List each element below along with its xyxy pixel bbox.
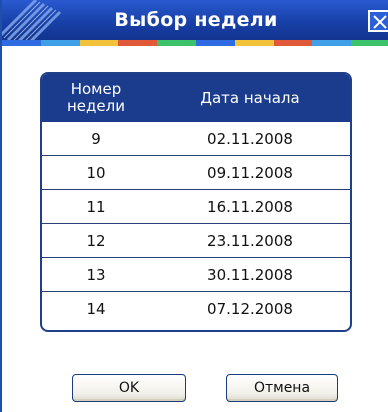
- table-body: 9 02.11.2008 10 09.11.2008 11 16.11.2008…: [42, 122, 350, 326]
- title-color-stripe: [2, 40, 388, 46]
- start-date-cell: 07.12.2008: [207, 300, 293, 318]
- column-header-start-date[interactable]: Дата начала: [150, 74, 350, 122]
- table-row[interactable]: 10 09.11.2008: [42, 156, 350, 190]
- week-number-cell: 14: [86, 300, 106, 318]
- table-row[interactable]: 11 16.11.2008: [42, 190, 350, 224]
- table-row[interactable]: 9 02.11.2008: [42, 122, 350, 156]
- week-number-cell: 10: [86, 164, 106, 182]
- close-icon: [373, 15, 387, 29]
- start-date-cell: 30.11.2008: [207, 266, 293, 284]
- start-date-cell: 02.11.2008: [207, 130, 293, 148]
- table-row[interactable]: 12 23.11.2008: [42, 224, 350, 258]
- dialog-title: Выбор недели: [114, 9, 278, 31]
- start-date-cell: 23.11.2008: [207, 232, 293, 250]
- column-header-week-number-line2: недели: [67, 97, 125, 115]
- week-number-cell: 12: [86, 232, 106, 250]
- week-selection-dialog: Выбор недели Номер недели Дата начала 9 …: [0, 0, 388, 412]
- ok-button[interactable]: OK: [72, 374, 186, 402]
- table-header: Номер недели Дата начала: [42, 74, 350, 124]
- table-row[interactable]: 13 30.11.2008: [42, 258, 350, 292]
- title-bar[interactable]: Выбор недели: [2, 0, 388, 40]
- week-number-cell: 13: [86, 266, 106, 284]
- start-date-cell: 09.11.2008: [207, 164, 293, 182]
- column-header-week-number[interactable]: Номер недели: [42, 74, 150, 122]
- week-number-cell: 9: [91, 130, 101, 148]
- cancel-button[interactable]: Отмена: [226, 374, 338, 402]
- table-row[interactable]: 14 07.12.2008: [42, 292, 350, 326]
- column-header-week-number-line1: Номер: [70, 80, 122, 98]
- weeks-table: Номер недели Дата начала 9 02.11.2008 10…: [40, 72, 352, 332]
- close-button[interactable]: [368, 10, 388, 32]
- week-number-cell: 11: [86, 198, 106, 216]
- start-date-cell: 16.11.2008: [207, 198, 293, 216]
